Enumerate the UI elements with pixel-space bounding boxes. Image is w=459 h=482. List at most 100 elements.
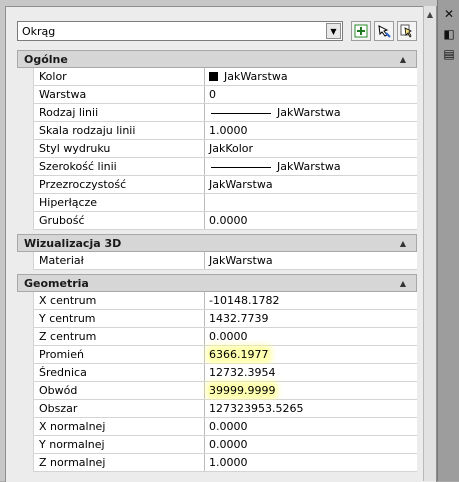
property-row[interactable]: Średnica 12732.3954 (17, 364, 417, 382)
linetype-preview-icon (211, 112, 271, 114)
collapse-arrow-icon[interactable]: ▲ (400, 55, 406, 64)
property-value-cell[interactable]: 0.0000 (205, 418, 417, 435)
property-row[interactable]: Y normalnej 0.0000 (17, 436, 417, 454)
property-value-cell[interactable]: JakWarstwa (205, 158, 417, 175)
value-wrap: 0.0000 (209, 420, 248, 433)
collapse-arrow-icon[interactable]: ▲ (400, 279, 406, 288)
property-row[interactable]: Promień 6366.1977 (17, 346, 417, 364)
property-value-cell[interactable]: 1432.7739 (205, 310, 417, 327)
property-row[interactable]: Z normalnej 1.0000 (17, 454, 417, 472)
value-wrap: JakWarstwa (209, 70, 288, 83)
property-value-cell[interactable]: JakWarstwa (205, 176, 417, 193)
property-value-cell[interactable]: JakWarstwa (205, 68, 417, 85)
row-gutter (17, 122, 33, 140)
property-row[interactable]: Materiał JakWarstwa (17, 252, 417, 270)
property-value: JakWarstwa (277, 106, 341, 119)
row-gutter (17, 292, 33, 310)
row-gutter (17, 436, 33, 454)
select-objects-icon (378, 25, 391, 38)
row-gutter (17, 68, 33, 86)
row-gutter (17, 140, 33, 158)
property-row[interactable]: Obszar 127323953.5265 (17, 400, 417, 418)
property-value-cell[interactable]: JakKolor (205, 140, 417, 157)
property-value-cell[interactable] (205, 194, 417, 211)
property-value-cell[interactable]: 12732.3954 (205, 364, 417, 381)
property-label: Szerokość linii (33, 158, 205, 175)
property-grid: Ogólne ▲ Kolor JakWarstwa Warstwa 0 Rodzaj lin… (17, 50, 417, 472)
object-selector-bar: Okrąg ▼ (17, 21, 417, 43)
row-gutter (17, 328, 33, 346)
toggle-pickadd-button[interactable] (351, 21, 371, 41)
property-label: X normalnej (33, 418, 205, 435)
property-value-cell[interactable]: JakWarstwa (205, 104, 417, 121)
section-header-3d-visualization[interactable]: Wizualizacja 3D ▲ (17, 234, 417, 252)
property-row[interactable]: X centrum -10148.1782 (17, 292, 417, 310)
property-value-cell[interactable]: 0.0000 (205, 436, 417, 453)
row-gutter (17, 176, 33, 194)
property-value-cell[interactable]: 39999.9999 (205, 382, 417, 399)
property-value-cell[interactable]: 127323953.5265 (205, 400, 417, 417)
properties-window: ▲ Okrąg ▼ Ogólne ▲ Kolor JakWarstwa Warstwa (0, 0, 437, 482)
quick-select-button[interactable] (397, 21, 417, 41)
property-value-cell[interactable]: 0.0000 (205, 328, 417, 345)
property-row[interactable]: Obwód 39999.9999 (17, 382, 417, 400)
value-wrap: 0.0000 (209, 330, 248, 343)
section-header-general[interactable]: Ogólne ▲ (17, 50, 417, 68)
property-value: 127323953.5265 (209, 402, 304, 415)
property-value-cell[interactable]: 0.0000 (205, 212, 417, 229)
property-value: 0.0000 (209, 420, 248, 433)
row-gutter (17, 194, 33, 212)
row-gutter (17, 454, 33, 472)
vertical-scrollbar[interactable]: ▲ (423, 6, 436, 481)
property-row[interactable]: Skala rodzaju linii 1.0000 (17, 122, 417, 140)
property-value-cell[interactable]: 6366.1977 (205, 346, 417, 363)
property-row[interactable]: Hiperłącze (17, 194, 417, 212)
close-icon[interactable]: ✕ (441, 6, 457, 22)
property-row[interactable]: Rodzaj linii JakWarstwa (17, 104, 417, 122)
properties-menu-icon[interactable]: ▤ (441, 46, 457, 62)
property-value-cell[interactable]: JakWarstwa (205, 252, 417, 269)
property-label: Y normalnej (33, 436, 205, 453)
property-row[interactable]: Przezroczystość JakWarstwa (17, 176, 417, 194)
scroll-up-arrow-icon[interactable]: ▲ (425, 9, 435, 19)
property-row[interactable]: Grubość 0.0000 (17, 212, 417, 230)
row-gutter (17, 310, 33, 328)
property-value: 6366.1977 (209, 348, 269, 361)
value-wrap: 12732.3954 (209, 366, 275, 379)
property-label: Promień (33, 346, 205, 363)
chevron-down-icon[interactable]: ▼ (326, 23, 341, 39)
property-row[interactable]: Styl wydruku JakKolor (17, 140, 417, 158)
property-value-cell[interactable]: 1.0000 (205, 454, 417, 471)
highlight-mark: 39999.9999 (209, 384, 276, 397)
property-value-cell[interactable]: 0 (205, 86, 417, 103)
property-row[interactable]: Warstwa 0 (17, 86, 417, 104)
color-swatch-icon (209, 72, 218, 81)
property-label: Obszar (33, 400, 205, 417)
property-row[interactable]: Y centrum 1432.7739 (17, 310, 417, 328)
property-row[interactable]: Szerokość linii JakWarstwa (17, 158, 417, 176)
property-label: Grubość (33, 212, 205, 229)
property-value: 0.0000 (209, 330, 248, 343)
palette-titlebar: ✕ ◧ ▤ (437, 0, 459, 481)
value-wrap: JakKolor (209, 142, 253, 155)
value-wrap: JakWarstwa (209, 106, 341, 119)
property-label: Przezroczystość (33, 176, 205, 193)
property-row[interactable]: X normalnej 0.0000 (17, 418, 417, 436)
property-label: Styl wydruku (33, 140, 205, 157)
select-objects-button[interactable] (374, 21, 394, 41)
property-row[interactable]: Z centrum 0.0000 (17, 328, 417, 346)
property-label: Warstwa (33, 86, 205, 103)
property-value-cell[interactable]: -10148.1782 (205, 292, 417, 309)
value-wrap: 1.0000 (209, 124, 248, 137)
section-header-geometry[interactable]: Geometria ▲ (17, 274, 417, 292)
auto-hide-icon[interactable]: ◧ (441, 26, 457, 42)
value-wrap: JakWarstwa (209, 178, 273, 191)
object-type-select[interactable]: Okrąg ▼ (17, 21, 343, 41)
property-value: -10148.1782 (209, 294, 280, 307)
property-row[interactable]: Kolor JakWarstwa (17, 68, 417, 86)
property-value: 1.0000 (209, 456, 248, 469)
collapse-arrow-icon[interactable]: ▲ (400, 239, 406, 248)
quick-select-icon (400, 24, 412, 38)
property-value: JakKolor (209, 142, 254, 155)
property-value-cell[interactable]: 1.0000 (205, 122, 417, 139)
